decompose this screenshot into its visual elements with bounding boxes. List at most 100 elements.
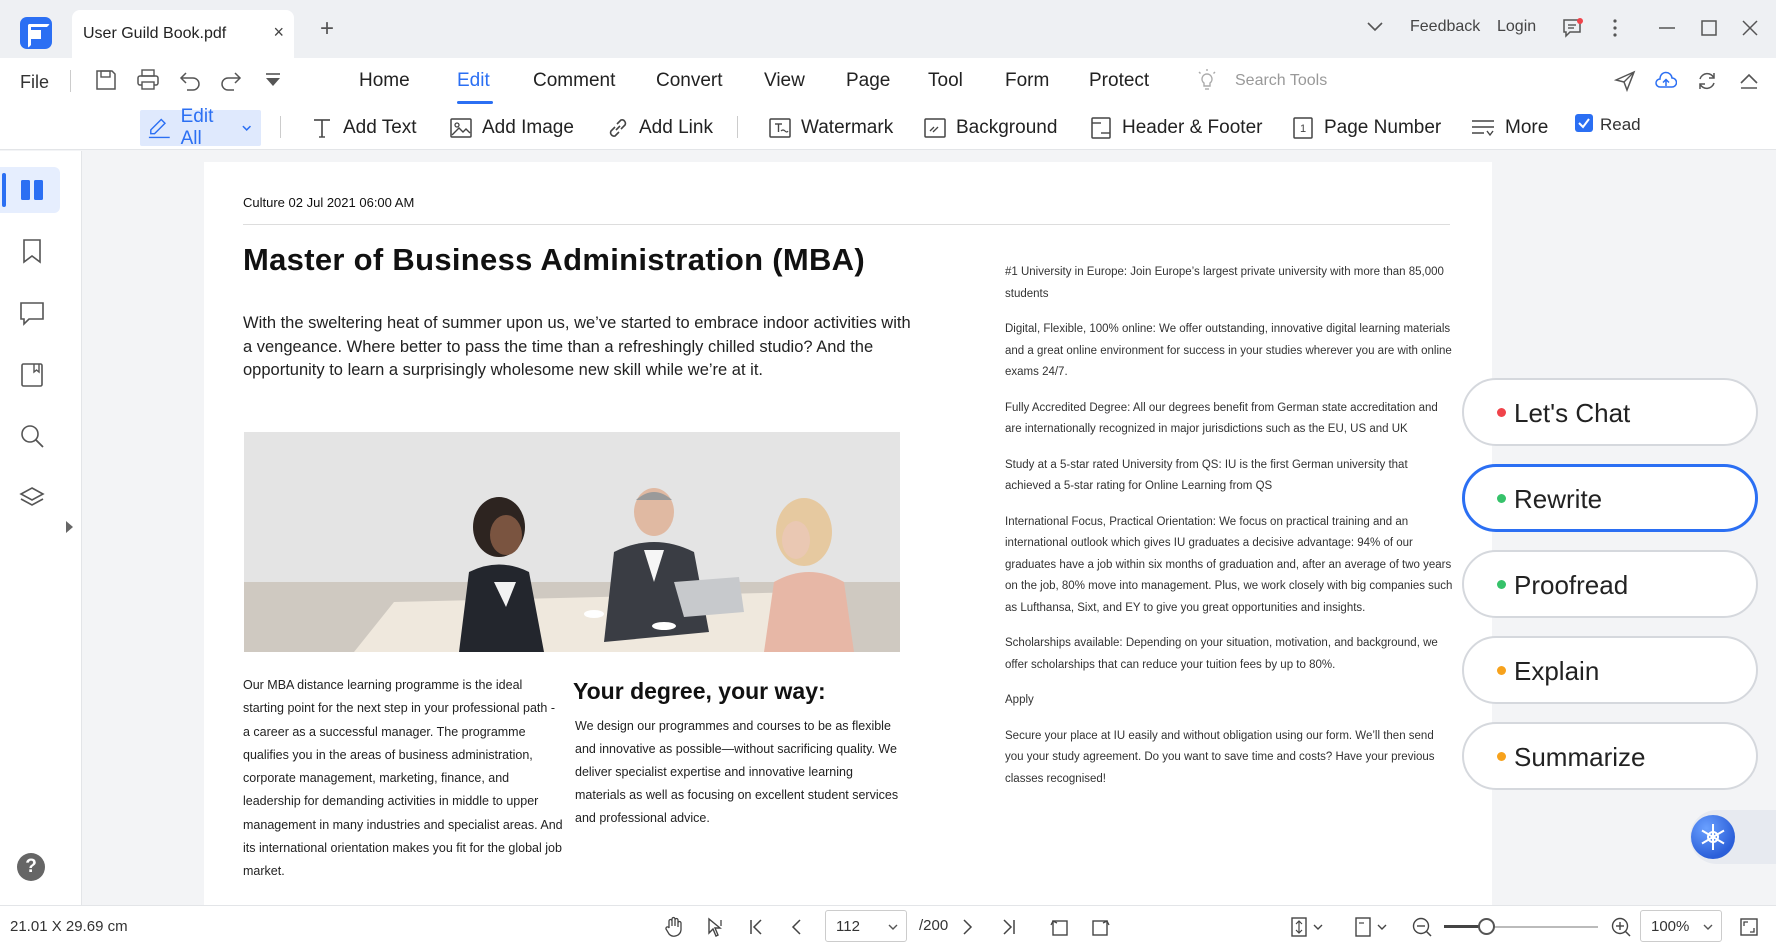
fit-page-icon[interactable] <box>1288 916 1310 938</box>
summarize-button[interactable]: Summarize <box>1462 722 1758 790</box>
summarize-label: Summarize <box>1514 742 1646 772</box>
background-button[interactable]: Background <box>923 110 1057 146</box>
document-tab[interactable]: User Guild Book.pdf × <box>72 10 294 58</box>
next-page-icon[interactable] <box>956 916 978 938</box>
menu-comment[interactable]: Comment <box>533 70 615 92</box>
zoom-slider-handle[interactable] <box>1477 918 1495 935</box>
close-tab-icon[interactable]: × <box>273 22 284 43</box>
menu-view[interactable]: View <box>764 70 805 92</box>
close-window-icon[interactable] <box>1740 18 1760 38</box>
menu-tool[interactable]: Tool <box>928 70 963 92</box>
menu-home[interactable]: Home <box>359 70 410 92</box>
app-logo[interactable] <box>20 17 52 49</box>
search-tools-input[interactable]: Search Tools <box>1235 72 1327 90</box>
minimize-icon[interactable] <box>1657 18 1677 38</box>
menu-protect[interactable]: Protect <box>1089 70 1149 92</box>
zoom-slider[interactable] <box>1444 925 1598 928</box>
meeting-photo <box>244 432 900 652</box>
select-tool-icon[interactable] <box>705 916 727 938</box>
undo-icon[interactable] <box>178 68 202 92</box>
lets-chat-button[interactable]: Let's Chat <box>1462 378 1758 446</box>
previous-page-icon[interactable] <box>786 916 808 938</box>
add-text-button[interactable]: Add Text <box>310 110 417 146</box>
page-total: /200 <box>919 917 949 934</box>
add-link-button[interactable]: Add Link <box>606 110 713 146</box>
maximize-icon[interactable] <box>1699 18 1719 38</box>
search-icon[interactable] <box>19 423 45 449</box>
proofread-label: Proofread <box>1514 570 1629 600</box>
rewrite-button[interactable]: Rewrite <box>1462 464 1758 532</box>
print-icon[interactable] <box>136 68 160 92</box>
menu-bar: File Home Edit Comment Convert View Page… <box>0 58 1776 104</box>
save-icon[interactable] <box>94 68 118 92</box>
chevron-down-icon[interactable] <box>1312 916 1324 938</box>
last-page-icon[interactable] <box>997 916 1019 938</box>
zoom-in-icon[interactable] <box>1610 916 1632 938</box>
cloud-upload-icon[interactable] <box>1655 70 1677 92</box>
page-number-label: Page Number <box>1324 117 1442 138</box>
paragraph: Digital, Flexible, 100% online: We offer… <box>1005 323 1452 378</box>
expand-panel-icon[interactable] <box>66 521 73 533</box>
proofread-button[interactable]: Proofread <box>1462 550 1758 618</box>
menu-form[interactable]: Form <box>1005 70 1049 92</box>
comment-icon[interactable] <box>19 300 45 326</box>
sync-icon[interactable] <box>1696 70 1718 92</box>
more-label: More <box>1505 117 1549 138</box>
collapse-ribbon-icon[interactable] <box>1738 70 1760 92</box>
edit-pen-icon <box>148 118 170 139</box>
page-number-button[interactable]: 1 Page Number <box>1291 110 1441 146</box>
menu-edit[interactable]: Edit <box>457 70 490 92</box>
zoom-level-select[interactable]: 100% <box>1640 910 1722 942</box>
explain-button[interactable]: Explain <box>1462 636 1758 704</box>
redo-icon[interactable] <box>219 68 243 92</box>
watermark-icon <box>769 118 791 138</box>
notification-icon[interactable] <box>1562 18 1584 38</box>
layers-icon[interactable] <box>19 485 45 511</box>
more-options-icon[interactable] <box>1605 18 1625 38</box>
more-button[interactable]: More <box>1470 110 1548 146</box>
file-menu[interactable]: File <box>20 72 49 93</box>
explain-label: Explain <box>1514 656 1600 686</box>
menu-convert[interactable]: Convert <box>656 70 723 92</box>
paragraph: International Focus, Practical Orientati… <box>1005 515 1453 614</box>
first-page-icon[interactable] <box>746 916 768 938</box>
snowflake-icon <box>1701 824 1725 850</box>
lets-chat-label: Let's Chat <box>1514 398 1631 428</box>
fullscreen-icon[interactable] <box>1738 916 1760 938</box>
edit-all-label: Edit All <box>180 106 214 149</box>
zoom-out-icon[interactable] <box>1411 916 1433 938</box>
paragraph: Study at a 5-star rated University from … <box>1005 458 1408 493</box>
add-image-button[interactable]: Add Image <box>449 110 574 146</box>
attachment-icon[interactable] <box>19 362 45 388</box>
thumbnails-icon[interactable] <box>19 177 45 203</box>
watermark-button[interactable]: Watermark <box>768 110 893 146</box>
menu-page[interactable]: Page <box>846 70 890 92</box>
pdf-page[interactable]: Culture 02 Jul 2021 06:00 AM Master of B… <box>204 162 1492 905</box>
login-link[interactable]: Login <box>1497 18 1536 36</box>
edit-all-button[interactable]: Edit All <box>140 106 261 149</box>
page-number-input[interactable]: 112 <box>825 910 907 942</box>
help-icon[interactable]: ? <box>17 853 45 881</box>
page-number-icon: 1 <box>1293 117 1313 139</box>
chevron-down-icon[interactable] <box>1703 923 1713 931</box>
page-layout-icon[interactable] <box>1352 916 1374 938</box>
chevron-down-icon[interactable] <box>1366 18 1384 36</box>
new-tab-icon[interactable]: + <box>320 17 334 41</box>
chevron-down-icon[interactable] <box>888 923 898 931</box>
customize-toolbar-icon[interactable] <box>261 68 285 92</box>
hand-tool-icon[interactable] <box>663 916 685 938</box>
ai-assistant-button[interactable] <box>1691 815 1735 859</box>
chevron-down-icon[interactable] <box>241 122 252 134</box>
image-icon <box>450 118 472 138</box>
read-label[interactable]: Read <box>1600 115 1641 135</box>
rotate-right-icon[interactable] <box>1090 916 1112 938</box>
middle-column-text: We design our programmes and courses to … <box>575 719 899 825</box>
share-icon[interactable] <box>1614 70 1636 92</box>
chevron-down-icon[interactable] <box>1376 916 1388 938</box>
watermark-label: Watermark <box>801 117 894 138</box>
read-checkbox[interactable] <box>1575 114 1593 132</box>
bookmark-icon[interactable] <box>19 238 45 264</box>
rotate-left-icon[interactable] <box>1048 916 1070 938</box>
header-footer-button[interactable]: Header & Footer <box>1089 110 1262 146</box>
feedback-link[interactable]: Feedback <box>1410 18 1480 36</box>
